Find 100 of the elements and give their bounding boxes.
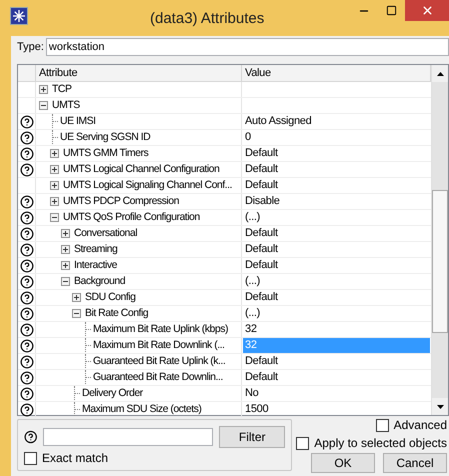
attribute-name[interactable]: Guaranteed Bit Rate Downlin... <box>93 370 223 385</box>
table-row[interactable]: Maximum Bit Rate Downlink (... 32 <box>18 338 432 354</box>
table-row[interactable]: Conversational Default <box>18 226 432 242</box>
table-row[interactable]: UMTS PDCP Compression Disable <box>18 194 432 210</box>
attribute-value[interactable]: Default <box>243 178 278 193</box>
attribute-name[interactable]: Streaming <box>74 242 118 257</box>
table-row[interactable]: UMTS Logical Signaling Channel Conf... Default <box>18 178 432 194</box>
attribute-value[interactable]: 0 <box>243 130 251 145</box>
attribute-name[interactable]: UMTS GMM Timers <box>63 146 148 161</box>
attribute-name[interactable]: Maximum Bit Rate Uplink (kbps) <box>93 322 228 337</box>
table-row[interactable]: Maximum SDU Size (octets) 1500 <box>18 402 432 418</box>
help-icon[interactable] <box>20 370 34 384</box>
apply-label[interactable]: Apply to selected objects <box>314 436 447 450</box>
attribute-value[interactable]: Default <box>243 258 278 273</box>
plus-box-icon[interactable] <box>39 85 48 94</box>
attribute-value[interactable]: Disable <box>243 194 280 209</box>
table-row[interactable]: TCP <box>18 82 432 98</box>
plus-box-icon[interactable] <box>50 165 59 174</box>
attribute-name[interactable]: Maximum SDU Size (octets) <box>82 402 202 417</box>
help-icon[interactable] <box>20 130 34 144</box>
plus-box-icon[interactable] <box>50 181 59 190</box>
table-row[interactable]: Guaranteed Bit Rate Downlin... Default <box>18 370 432 386</box>
scroll-down-icon[interactable] <box>432 398 448 415</box>
plus-box-icon[interactable] <box>61 229 70 238</box>
checkbox[interactable] <box>376 418 389 432</box>
scrollbar[interactable] <box>431 65 448 415</box>
plus-box-icon[interactable] <box>72 293 81 302</box>
attribute-value[interactable]: Default <box>243 242 278 257</box>
attribute-value[interactable]: Default <box>243 226 278 241</box>
help-icon[interactable] <box>20 354 34 368</box>
help-icon[interactable] <box>20 322 34 336</box>
table-row[interactable]: UMTS Logical Channel Configuration Default <box>18 162 432 178</box>
attribute-value[interactable]: (...) <box>243 274 260 289</box>
attribute-value[interactable]: (...) <box>243 306 260 321</box>
table-row[interactable]: Streaming Default <box>18 242 432 258</box>
help-icon[interactable] <box>20 194 34 208</box>
table-row[interactable]: UE IMSI Auto Assigned <box>18 114 432 130</box>
help-icon[interactable] <box>20 386 34 400</box>
attribute-name[interactable]: Conversational <box>74 226 138 241</box>
attribute-name[interactable]: UE IMSI <box>60 114 96 129</box>
help-icon[interactable] <box>20 162 34 176</box>
attribute-name[interactable]: UMTS Logical Signaling Channel Conf... <box>63 178 232 193</box>
plus-box-icon[interactable] <box>61 261 70 270</box>
table-row[interactable]: SDU Config Default <box>18 290 432 306</box>
attribute-value[interactable]: Auto Assigned <box>243 114 312 129</box>
table-row[interactable]: UMTS GMM Timers Default <box>18 146 432 162</box>
help-icon[interactable] <box>20 402 34 416</box>
help-icon[interactable] <box>20 306 34 320</box>
scroll-up-icon[interactable] <box>432 65 448 82</box>
help-icon[interactable] <box>20 258 34 272</box>
help-icon[interactable] <box>20 242 34 256</box>
dialog-button[interactable]: OK <box>311 453 375 473</box>
help-icon[interactable] <box>20 338 34 352</box>
table-row[interactable]: Guaranteed Bit Rate Uplink (k... Default <box>18 354 432 370</box>
maximize-icon[interactable] <box>386 5 396 16</box>
close-button[interactable] <box>405 0 449 21</box>
minus-box-icon[interactable] <box>39 101 48 110</box>
help-icon[interactable] <box>24 430 38 444</box>
dialog-button[interactable]: Cancel <box>383 453 447 473</box>
attribute-name[interactable]: Maximum Bit Rate Downlink (... <box>93 338 224 353</box>
exact-match-label[interactable]: Exact match <box>42 451 108 465</box>
minus-box-icon[interactable] <box>72 309 81 318</box>
attribute-name[interactable]: Delivery Order <box>82 386 143 401</box>
attribute-value[interactable]: Default <box>243 354 278 369</box>
attribute-name[interactable]: TCP <box>52 82 72 97</box>
minus-box-icon[interactable] <box>50 213 59 222</box>
attribute-value[interactable]: No <box>243 386 258 401</box>
attribute-value[interactable]: Default <box>243 146 278 161</box>
checkbox[interactable] <box>296 436 310 450</box>
plus-box-icon[interactable] <box>50 197 59 206</box>
table-row[interactable]: Delivery Order No <box>18 386 432 402</box>
checkbox[interactable] <box>24 452 37 464</box>
attribute-value[interactable]: 1500 <box>243 402 268 417</box>
filter-button[interactable]: Filter <box>219 426 285 448</box>
type-field[interactable]: workstation <box>46 38 449 56</box>
table-row[interactable]: UMTS <box>18 98 432 114</box>
attribute-value[interactable]: Default <box>243 290 278 305</box>
scroll-thumb[interactable] <box>432 190 448 333</box>
help-icon[interactable] <box>20 210 34 224</box>
help-icon[interactable] <box>20 274 34 288</box>
help-icon[interactable] <box>20 226 34 240</box>
attribute-value[interactable]: 32 <box>243 322 257 337</box>
close-icon[interactable] <box>420 4 434 17</box>
attribute-value[interactable]: Default <box>243 370 278 385</box>
attribute-name[interactable]: Guaranteed Bit Rate Uplink (k... <box>93 354 226 369</box>
attribute-name[interactable]: Background <box>74 274 126 289</box>
attribute-name[interactable]: SDU Config <box>85 290 136 305</box>
attribute-value[interactable]: (...) <box>243 210 260 225</box>
attribute-name[interactable]: UMTS Logical Channel Configuration <box>63 162 220 177</box>
minus-box-icon[interactable] <box>61 277 70 286</box>
table-row[interactable]: UE Serving SGSN ID 0 <box>18 130 432 146</box>
attribute-name[interactable]: Interactive <box>74 258 117 273</box>
help-icon[interactable] <box>20 146 34 160</box>
attribute-name[interactable]: Bit Rate Config <box>85 306 148 321</box>
plus-box-icon[interactable] <box>61 245 70 254</box>
attribute-name[interactable]: UMTS PDCP Compression <box>63 194 179 209</box>
attribute-name[interactable]: UE Serving SGSN ID <box>60 130 150 145</box>
table-row[interactable]: Bit Rate Config (...) <box>18 306 432 322</box>
help-icon[interactable] <box>20 114 34 128</box>
table-row[interactable]: UMTS QoS Profile Configuration (...) <box>18 210 432 226</box>
